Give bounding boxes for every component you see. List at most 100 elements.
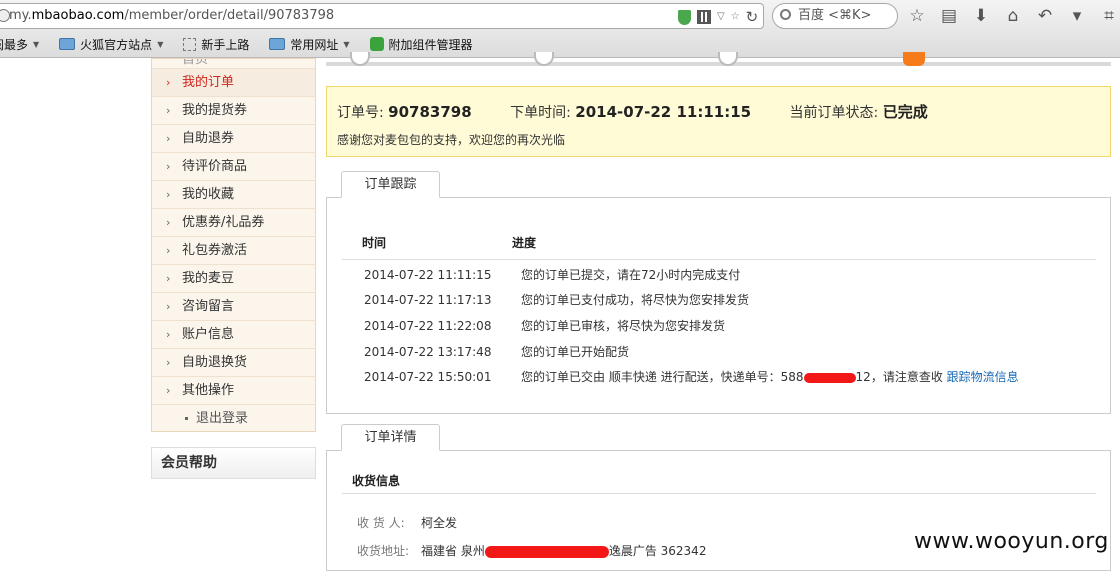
bookmark-firefox-sites[interactable]: 火狐官方站点 ▼: [59, 36, 163, 53]
track-logistics-link[interactable]: 跟踪物流信息: [947, 370, 1019, 384]
search-icon: [780, 9, 791, 20]
chevron-right-icon: ›: [166, 160, 171, 173]
tracking-progress-header: 进度: [512, 236, 537, 250]
chevron-down-icon: ▼: [157, 39, 164, 49]
bookmark-label: 火狐官方站点: [80, 37, 153, 52]
tracking-table-header: 时间 进度: [342, 222, 1096, 260]
chevron-down-icon[interactable]: ▽: [717, 10, 725, 25]
bookmark-label: 阅最多: [0, 37, 29, 52]
logout-link[interactable]: 退出登录: [152, 405, 315, 435]
sidebar-item-my-beans[interactable]: › 我的麦豆: [152, 265, 315, 293]
chevron-right-icon: ›: [166, 104, 171, 117]
chevron-right-icon: ›: [166, 384, 171, 397]
tracking-row: 2014-07-22 11:11:15 您的订单已提交，请在72小时内完成支付: [364, 268, 741, 282]
current-step-marker: [903, 52, 925, 66]
order-time: 2014-07-22 11:11:15: [575, 103, 752, 121]
chevron-right-icon: ›: [166, 300, 171, 313]
watermark: www.wooyun.org: [914, 529, 1109, 554]
bookmark-addons-manager[interactable]: 附加组件管理器: [369, 36, 473, 53]
search-input[interactable]: 百度 <⌘K>: [772, 3, 898, 29]
tracking-row: 2014-07-22 11:22:08 您的订单已审核，将尽快为您安排发货: [364, 319, 726, 333]
folder-icon: [59, 38, 76, 50]
chevron-right-icon: ›: [166, 244, 171, 257]
tab-order-detail[interactable]: 订单详情: [341, 424, 440, 451]
sidebar-item-favorites[interactable]: › 我的收藏: [152, 181, 315, 209]
step-marker: [718, 52, 738, 66]
bookmark-common-sites[interactable]: 常用网址 ▼: [269, 36, 350, 53]
home-icon[interactable]: ⌂: [1002, 5, 1024, 27]
step-marker: [534, 52, 554, 66]
tracking-row: 2014-07-22 11:17:13 您的订单已支付成功，将尽快为您安排发货: [364, 293, 750, 307]
tab-order-tracking[interactable]: 订单跟踪: [341, 171, 440, 198]
order-progress-steps: [326, 52, 1111, 66]
sidebar-item-gift-activation[interactable]: › 礼包券激活: [152, 237, 315, 265]
shield-icon[interactable]: [678, 10, 691, 25]
bullet-icon: [185, 417, 188, 420]
member-help-header[interactable]: 会员帮助: [151, 447, 316, 479]
step-marker: [350, 52, 370, 66]
url-prefix: my.: [9, 8, 32, 23]
sidebar-item-returns[interactable]: › 自助退换货: [152, 349, 315, 377]
sidebar-item-pending-reviews[interactable]: › 待评价商品: [152, 153, 315, 181]
chevron-right-icon: ›: [166, 132, 171, 145]
bookmark-star-icon[interactable]: ☆: [906, 5, 928, 27]
sidebar-item-other-actions[interactable]: › 其他操作: [152, 377, 315, 405]
sidebar-item-my-orders[interactable]: › 我的订单: [152, 69, 315, 97]
order-time-label: 下单时间:: [510, 105, 571, 121]
order-status-notice: 订单号: 90783798 下单时间: 2014-07-22 11:11:15 …: [326, 86, 1111, 157]
thanks-message: 感谢您对麦包包的支持，欢迎您的再次光临: [337, 133, 566, 147]
chevron-right-icon: ›: [166, 216, 171, 229]
bookmarks-menu-icon[interactable]: ▤: [938, 5, 960, 27]
tracking-time-header: 时间: [362, 236, 387, 250]
sidebar-item-coupons[interactable]: › 优惠券/礼品券: [152, 209, 315, 237]
search-placeholder: 百度 <⌘K>: [798, 8, 872, 23]
undo-icon[interactable]: ↶: [1034, 5, 1056, 27]
bookmarks-bar: 阅最多 ▼ 火狐官方站点 ▼ 新手上路 常用网址 ▼ 附加组件管理器: [0, 34, 493, 54]
bookmark-label: 新手上路: [201, 37, 250, 52]
page-icon: [183, 37, 197, 51]
detail-tabbar: 订单详情: [326, 423, 1111, 451]
member-sidebar: 首页 › 我的订单 › 我的提货券 › 自助退券 › 待评价商品 › 我的收藏 › 优惠券/…: [151, 58, 316, 432]
sidebar-item-pickup-vouchers[interactable]: › 我的提货券: [152, 97, 315, 125]
chevron-right-icon: ›: [166, 272, 171, 285]
chevron-down-icon: ▼: [343, 39, 350, 49]
download-icon[interactable]: ⬇: [970, 5, 992, 27]
tracking-row: 2014-07-22 13:17:48 您的订单已开始配货: [364, 345, 630, 359]
bookmark-getting-started[interactable]: 新手上路: [183, 36, 249, 53]
folder-icon: [269, 38, 286, 50]
reload-icon[interactable]: ↻: [746, 10, 759, 25]
bookmark-most-visited[interactable]: 阅最多 ▼: [0, 36, 39, 53]
bookmark-label: 常用网址: [290, 37, 339, 52]
sidebar-item-account-info[interactable]: › 账户信息: [152, 321, 315, 349]
tracking-tabbar: 订单跟踪: [326, 170, 1111, 198]
tracking-row: 2014-07-22 15:50:01 您的订单已交由 顺丰快递 进行配送，快递单…: [364, 370, 1019, 384]
bookmark-label: 附加组件管理器: [388, 37, 473, 52]
shipping-info-heading: 收货信息: [342, 472, 1096, 494]
order-number-label: 订单号:: [337, 105, 384, 121]
receiver-row: 收 货 人: 柯全发: [357, 516, 458, 530]
crop-icon[interactable]: ⌗: [1098, 5, 1120, 27]
puzzle-piece-icon: [369, 37, 384, 51]
chevron-right-icon: ›: [166, 356, 171, 369]
chevron-right-icon: ›: [166, 188, 171, 201]
address-bar[interactable]: my.mbaobao.com/member/order/detail/90783…: [0, 3, 764, 29]
star-outline-icon[interactable]: ☆: [731, 10, 740, 25]
order-status-label: 当前订单状态:: [789, 105, 879, 121]
redaction-mark: [803, 372, 856, 383]
chevron-right-icon: ›: [166, 76, 171, 89]
order-number: 90783798: [388, 103, 472, 121]
url-host: mbaobao.com: [31, 8, 125, 23]
chevron-right-icon: ›: [166, 328, 171, 341]
chevron-down-icon[interactable]: ▾: [1066, 5, 1088, 27]
chevron-down-icon: ▼: [33, 39, 40, 49]
url-path: /member/order/detail/90783798: [124, 8, 335, 23]
order-tracking-panel: 时间 进度 2014-07-22 11:11:15 您的订单已提交，请在72小时内…: [326, 198, 1111, 414]
sidebar-item-inquiries[interactable]: › 咨询留言: [152, 293, 315, 321]
order-status: 已完成: [882, 103, 928, 121]
redaction-mark: [484, 545, 609, 558]
browser-chrome: my.mbaobao.com/member/order/detail/90783…: [0, 0, 1120, 58]
sidebar-item-self-refund[interactable]: › 自助退券: [152, 125, 315, 153]
address-row: 收货地址: 福建省 泉州 逸晨广告 362342: [357, 544, 707, 558]
qr-code-icon[interactable]: [697, 10, 711, 24]
sidebar-item-home[interactable]: 首页: [152, 59, 315, 69]
